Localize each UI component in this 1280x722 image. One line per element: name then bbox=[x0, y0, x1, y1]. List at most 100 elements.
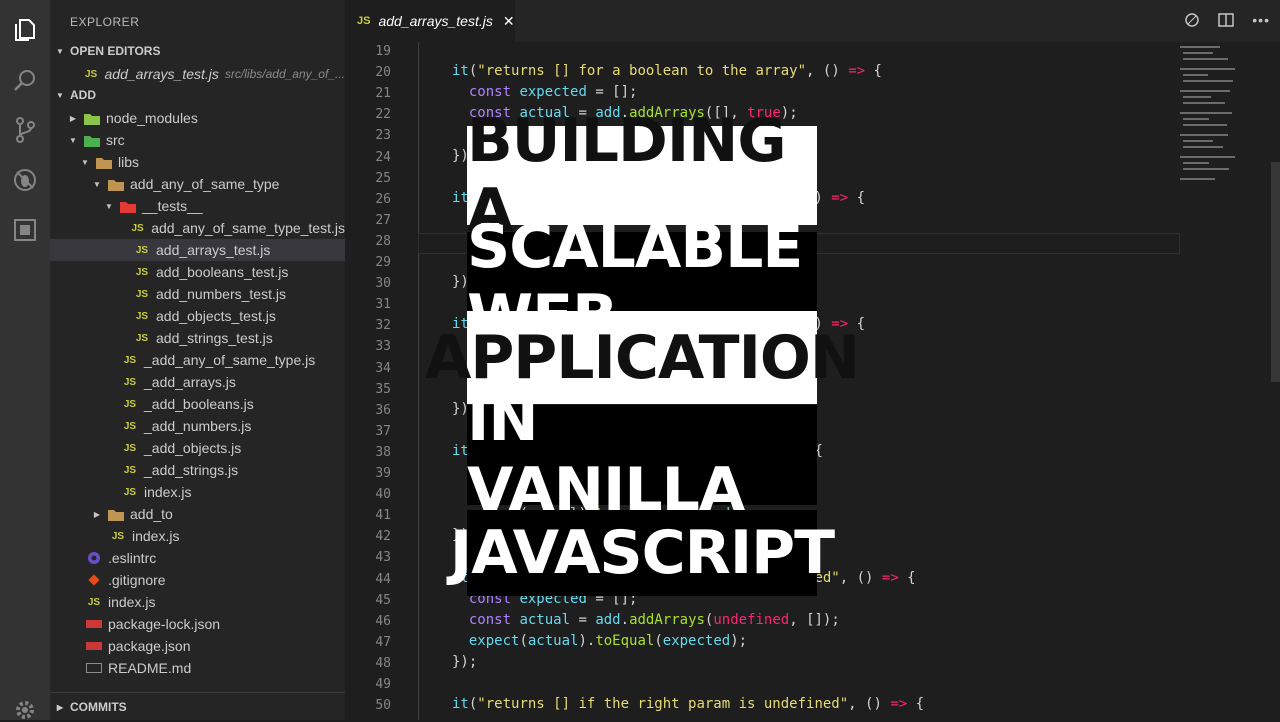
activity-bar bbox=[0, 0, 50, 720]
chevron-down-icon: ▼ bbox=[105, 201, 113, 211]
tree-item-add-objects-js[interactable]: JS _add_objects.js bbox=[50, 437, 345, 459]
video-title-overlay: BUILDING A SCALABLE WEB APPLICATION IN V… bbox=[425, 0, 860, 720]
js-file-icon: JS bbox=[131, 222, 144, 234]
minimap[interactable] bbox=[1175, 42, 1265, 192]
line-number: 28 bbox=[375, 233, 391, 249]
split-editor-icon[interactable] bbox=[1218, 12, 1235, 31]
chevron-down-icon: ▼ bbox=[93, 179, 101, 189]
files-icon[interactable] bbox=[13, 18, 37, 42]
folder-src-icon bbox=[84, 133, 100, 147]
npm-icon bbox=[86, 639, 102, 653]
js-file-icon: JS bbox=[87, 596, 101, 608]
more-actions-icon[interactable]: ••• bbox=[1252, 12, 1270, 31]
line-number: 33 bbox=[375, 339, 391, 355]
tree-item-root-index[interactable]: JS index.js bbox=[50, 591, 345, 613]
line-number: 30 bbox=[375, 276, 391, 292]
line-number: 39 bbox=[375, 466, 391, 481]
open-changes-icon[interactable] bbox=[1184, 12, 1200, 31]
js-file-icon: JS bbox=[357, 15, 371, 27]
vertical-scrollbar[interactable] bbox=[1271, 162, 1280, 382]
source-control-icon[interactable] bbox=[13, 117, 37, 143]
tree-item-add-numbers-test[interactable]: JS add_numbers_test.js bbox=[50, 283, 345, 305]
tree-item-add-numbers-js[interactable]: JS _add_numbers.js bbox=[50, 415, 345, 437]
line-number: 24 bbox=[375, 149, 391, 165]
js-file-icon: JS bbox=[123, 398, 137, 410]
js-file-icon: JS bbox=[135, 244, 149, 256]
tree-item-add-booleans-js[interactable]: JS _add_booleans.js bbox=[50, 393, 345, 415]
line-number: 40 bbox=[375, 487, 391, 503]
line-number: 21 bbox=[375, 86, 391, 102]
tree-item-add-strings-js[interactable]: JS _add_strings.js bbox=[50, 459, 345, 481]
line-number: 50 bbox=[375, 698, 391, 714]
markdown-icon bbox=[86, 661, 102, 675]
tree-item-node-modules[interactable]: ▶ node_modules bbox=[50, 107, 345, 129]
chevron-right-icon: ▶ bbox=[69, 113, 77, 123]
tree-item-package-json[interactable]: package.json bbox=[50, 635, 345, 657]
line-number: 46 bbox=[375, 613, 391, 629]
line-number: 31 bbox=[375, 297, 391, 313]
js-file-icon: JS bbox=[135, 310, 149, 322]
js-file-icon: JS bbox=[84, 68, 98, 80]
tree-item-src-index[interactable]: JS index.js bbox=[50, 525, 345, 547]
title-line-4: IN VANILLA bbox=[467, 385, 817, 525]
line-number: 19 bbox=[375, 44, 391, 59]
tree-item-libs-index[interactable]: JS index.js bbox=[50, 481, 345, 503]
open-editor-item[interactable]: JS add_arrays_test.js src/libs/add_any_o… bbox=[50, 63, 345, 85]
eslint-icon bbox=[86, 551, 102, 565]
explorer-title: EXPLORER bbox=[70, 15, 140, 29]
tree-item-add-arrays-test[interactable]: JS add_arrays_test.js bbox=[50, 239, 345, 261]
js-file-icon: JS bbox=[123, 354, 137, 366]
tree-item-tests[interactable]: ▼ __tests__ bbox=[50, 195, 345, 217]
debug-icon[interactable] bbox=[13, 168, 37, 192]
js-file-icon: JS bbox=[123, 464, 137, 476]
chevron-down-icon: ▼ bbox=[81, 157, 89, 167]
chevron-down-icon: ▼ bbox=[69, 135, 77, 145]
tree-item-gitignore[interactable]: .gitignore bbox=[50, 569, 345, 591]
js-file-icon: JS bbox=[123, 420, 137, 432]
chevron-down-icon: ▼ bbox=[56, 90, 64, 100]
line-number: 35 bbox=[375, 381, 391, 397]
tree-item-add-any-of-same-type[interactable]: ▼ add_any_of_same_type bbox=[50, 173, 345, 195]
search-icon[interactable] bbox=[13, 68, 37, 92]
tree-item-add-strings-test[interactable]: JS add_strings_test.js bbox=[50, 327, 345, 349]
tree-item-add-booleans-test[interactable]: JS add_booleans_test.js bbox=[50, 261, 345, 283]
js-file-icon: JS bbox=[123, 376, 137, 388]
js-file-icon: JS bbox=[135, 288, 149, 300]
line-number: 26 bbox=[375, 191, 391, 207]
folder-tests-icon bbox=[120, 199, 136, 213]
gear-icon[interactable] bbox=[13, 698, 37, 722]
explorer-sidebar: EXPLORER ▼ OPEN EDITORS JS add_arrays_te… bbox=[50, 0, 345, 720]
tree-item-add-any-of-same-type-test[interactable]: JS add_any_of_same_type_test.js bbox=[50, 217, 345, 239]
line-number: 22 bbox=[375, 107, 391, 123]
tree-item-src[interactable]: ▼ src bbox=[50, 129, 345, 151]
line-number: 23 bbox=[375, 128, 391, 144]
extensions-icon[interactable] bbox=[13, 218, 37, 242]
tree-item-readme[interactable]: README.md bbox=[50, 657, 345, 679]
line-number: 47 bbox=[375, 634, 391, 650]
folder-icon bbox=[108, 507, 124, 521]
js-file-icon: JS bbox=[123, 442, 137, 454]
open-editors-header[interactable]: ▼ OPEN EDITORS bbox=[50, 40, 345, 62]
git-icon bbox=[86, 573, 102, 587]
title-line-5: JAVASCRIPT bbox=[450, 510, 835, 596]
tree-item-add-any-of-same-type-js[interactable]: JS _add_any_of_same_type.js bbox=[50, 349, 345, 371]
tree-item-add-objects-test[interactable]: JS add_objects_test.js bbox=[50, 305, 345, 327]
js-file-icon: JS bbox=[135, 332, 149, 344]
line-number: 43 bbox=[375, 550, 391, 566]
tree-item-libs[interactable]: ▼ libs bbox=[50, 151, 345, 173]
folder-icon bbox=[96, 155, 112, 169]
commits-section-header[interactable]: ▶ COMMITS bbox=[50, 692, 345, 721]
line-number: 41 bbox=[375, 508, 391, 524]
folder-icon bbox=[108, 177, 124, 191]
line-number: 34 bbox=[375, 360, 391, 376]
folder-node-icon bbox=[84, 111, 100, 125]
line-number: 48 bbox=[375, 655, 391, 671]
tree-item-add-to[interactable]: ▶ add_to bbox=[50, 503, 345, 525]
folder-header-add[interactable]: ▼ ADD bbox=[50, 84, 345, 106]
tree-item-add-arrays-js[interactable]: JS _add_arrays.js bbox=[50, 371, 345, 393]
npm-icon bbox=[86, 617, 102, 631]
indent-guide bbox=[418, 42, 419, 720]
tree-item-package-lock[interactable]: package-lock.json bbox=[50, 613, 345, 635]
js-file-icon: JS bbox=[123, 486, 137, 498]
tree-item-eslintrc[interactable]: .eslintrc bbox=[50, 547, 345, 569]
